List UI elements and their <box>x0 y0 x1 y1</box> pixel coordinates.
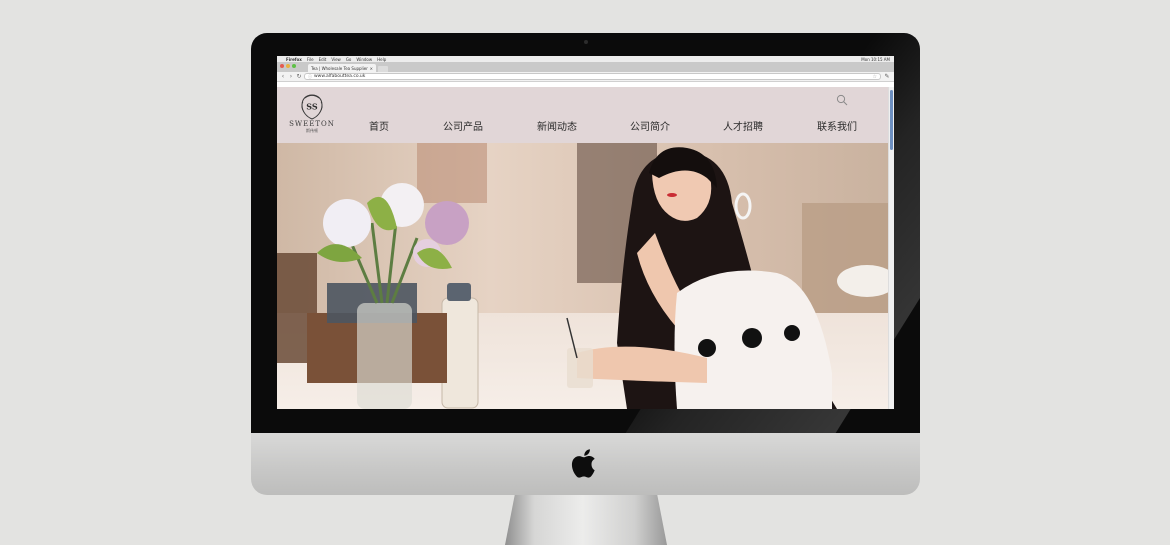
nav-item-about[interactable]: 公司简介 <box>630 118 670 133</box>
site-info-icon[interactable]: ⓘ <box>308 74 312 80</box>
browser-tab-strip: Tea | Wholesale Tea Supplier × <box>277 62 894 72</box>
tab-title: Tea | Wholesale Tea Supplier <box>311 66 368 71</box>
site-header: SS SWEETON 斯伟顿 首页 公司产品 新闻动态 公司简介 人才招聘 联系… <box>277 87 888 143</box>
screen: Firefox File Edit View Go Window Help Mo… <box>277 56 894 409</box>
menu-item-help[interactable]: Help <box>377 57 386 62</box>
logo-monogram: SS <box>306 102 318 112</box>
apple-logo-icon <box>571 449 595 478</box>
menu-item-view[interactable]: View <box>331 57 341 62</box>
menu-item-edit[interactable]: Edit <box>319 57 327 62</box>
camera-dot <box>584 40 588 44</box>
zoom-window-button[interactable] <box>292 64 296 68</box>
menu-item-file[interactable]: File <box>307 57 314 62</box>
main-nav: 首页 公司产品 新闻动态 公司简介 人才招聘 联系我们 <box>332 118 888 133</box>
menubar-clock: Mon 10:15 AM <box>861 56 890 62</box>
menu-item-window[interactable]: Window <box>356 57 372 62</box>
url-text[interactable]: www.alfabouttea.co.uk <box>314 74 871 79</box>
address-bar[interactable]: ⓘ www.alfabouttea.co.uk ☆ <box>304 73 881 80</box>
scrollbar[interactable] <box>888 87 894 409</box>
menu-item-app[interactable]: Firefox <box>286 57 302 62</box>
nav-item-contact[interactable]: 联系我们 <box>817 118 857 133</box>
browser-toolbar: ‹ › ↻ ⓘ www.alfabouttea.co.uk ☆ ✎ <box>277 72 894 82</box>
window-controls <box>280 64 296 68</box>
scrollbar-thumb[interactable] <box>890 90 893 150</box>
nav-item-careers[interactable]: 人才招聘 <box>723 118 763 133</box>
close-window-button[interactable] <box>280 64 284 68</box>
arrow-right-icon[interactable]: › <box>288 73 294 80</box>
tab-close-icon[interactable]: × <box>370 66 373 72</box>
logo-wordmark: SWEETON <box>289 120 335 128</box>
search-icon[interactable] <box>836 94 848 106</box>
nav-item-home[interactable]: 首页 <box>369 118 389 133</box>
hero-image <box>277 143 888 409</box>
nav-item-news[interactable]: 新闻动态 <box>537 118 577 133</box>
site-logo[interactable]: SS SWEETON 斯伟顿 <box>288 94 336 138</box>
arrow-left-icon[interactable]: ‹ <box>280 73 286 80</box>
reload-icon[interactable]: ↻ <box>296 73 302 80</box>
imac-stand <box>505 495 667 545</box>
logo-emblem-icon: SS <box>301 94 323 120</box>
new-tab-button[interactable] <box>378 66 388 72</box>
nav-item-products[interactable]: 公司产品 <box>443 118 483 133</box>
browser-tab[interactable]: Tea | Wholesale Tea Supplier × <box>308 64 376 72</box>
logo-subtitle: 斯伟顿 <box>306 128 318 133</box>
minimize-window-button[interactable] <box>286 64 290 68</box>
wrench-icon[interactable]: ✎ <box>883 73 891 80</box>
menu-item-go[interactable]: Go <box>346 57 352 62</box>
webpage: SS SWEETON 斯伟顿 首页 公司产品 新闻动态 公司简介 人才招聘 联系… <box>277 87 888 409</box>
bookmark-star-icon[interactable]: ☆ <box>873 74 877 80</box>
